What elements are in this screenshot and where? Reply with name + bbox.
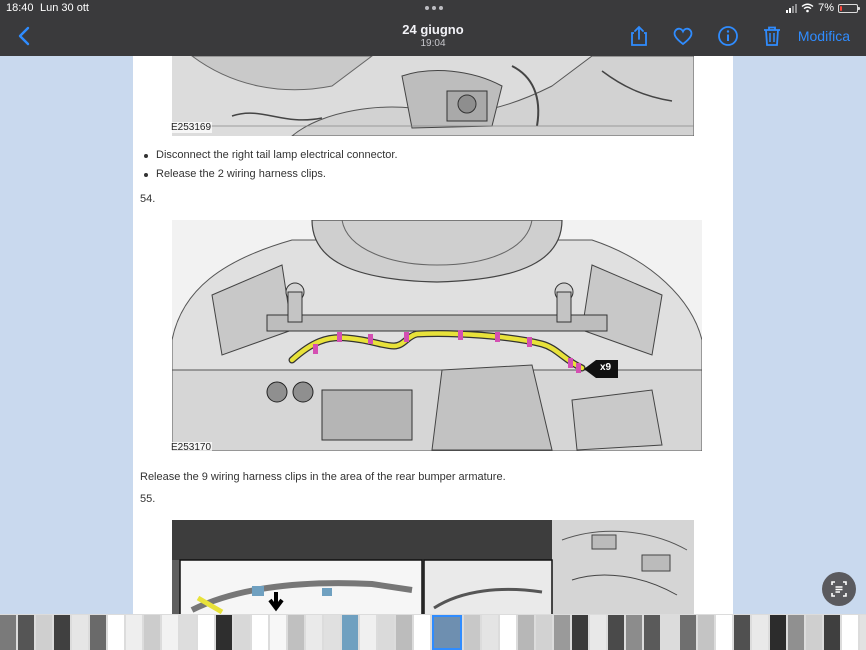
thumbnail[interactable]: [108, 615, 124, 650]
figure-e253169-drawing: [172, 56, 694, 136]
thumbnail-strip[interactable]: [0, 614, 866, 650]
figure-callout: x9: [600, 362, 612, 373]
battery-icon: [838, 3, 860, 13]
figure-code: E253170: [170, 442, 213, 453]
thumbnail[interactable]: [36, 615, 52, 650]
thumbnail[interactable]: [234, 615, 250, 650]
instruction-list: Disconnect the right tail lamp electrica…: [141, 149, 398, 187]
share-icon[interactable]: [627, 24, 651, 48]
thumbnail[interactable]: [536, 615, 552, 650]
thumbnail[interactable]: [360, 615, 376, 650]
thumbnail[interactable]: [824, 615, 840, 650]
thumbnail[interactable]: [752, 615, 768, 650]
thumbnail[interactable]: [288, 615, 304, 650]
thumbnail[interactable]: [396, 615, 412, 650]
thumbnail[interactable]: [324, 615, 340, 650]
thumbnail[interactable]: [590, 615, 606, 650]
thumbnail[interactable]: [770, 615, 786, 650]
info-icon[interactable]: [716, 24, 740, 48]
thumbnail[interactable]: [144, 615, 160, 650]
thumbnail[interactable]: [662, 615, 678, 650]
thumbnail[interactable]: [860, 615, 866, 650]
thumbnail[interactable]: [432, 615, 462, 650]
thumbnail[interactable]: [572, 615, 588, 650]
wifi-icon: [801, 3, 814, 13]
thumbnail[interactable]: [342, 615, 358, 650]
thumbnail[interactable]: [680, 615, 696, 650]
list-item: Disconnect the right tail lamp electrica…: [141, 149, 398, 168]
figure-step55-drawing: [172, 520, 694, 616]
figure-code: E253169: [170, 122, 213, 133]
status-indicators: 7%: [786, 2, 860, 14]
thumbnail[interactable]: [464, 615, 480, 650]
status-date: Lun 30 ott: [40, 2, 89, 14]
thumbnail[interactable]: [842, 615, 858, 650]
edit-button[interactable]: Modifica: [798, 28, 850, 44]
navigation-bar: 24 giugno 19:04 Modifica: [0, 16, 866, 56]
thumbnail[interactable]: [306, 615, 322, 650]
thumbnail[interactable]: [180, 615, 196, 650]
thumbnail[interactable]: [126, 615, 142, 650]
thumbnail[interactable]: [482, 615, 498, 650]
battery-percentage: 7%: [818, 2, 834, 14]
thumbnail[interactable]: [270, 615, 286, 650]
thumbnail[interactable]: [734, 615, 750, 650]
thumbnail[interactable]: [54, 615, 70, 650]
thumbnail[interactable]: [788, 615, 804, 650]
thumbnail[interactable]: [90, 615, 106, 650]
thumbnail[interactable]: [72, 615, 88, 650]
figure-e253170: x9: [172, 220, 702, 451]
thumbnail[interactable]: [198, 615, 214, 650]
thumbnail[interactable]: [500, 615, 516, 650]
thumbnail[interactable]: [716, 615, 732, 650]
thumbnail[interactable]: [162, 615, 178, 650]
text-scan-icon: [831, 581, 847, 597]
cellular-signal-icon: [786, 3, 798, 13]
live-text-button[interactable]: [822, 572, 856, 606]
step-number: 55.: [140, 493, 156, 505]
heart-icon[interactable]: [671, 24, 695, 48]
thumbnail[interactable]: [626, 615, 642, 650]
status-time: 18:40: [6, 2, 34, 14]
thumbnail[interactable]: [18, 615, 34, 650]
trash-icon[interactable]: [760, 24, 784, 48]
thumbnail[interactable]: [518, 615, 534, 650]
thumbnail[interactable]: [554, 615, 570, 650]
figure-step55: [172, 520, 694, 616]
thumbnail[interactable]: [698, 615, 714, 650]
document-page: E253169 Disconnect the right tail lamp e…: [133, 56, 733, 616]
multitasking-dots-icon[interactable]: [424, 3, 444, 13]
thumbnail[interactable]: [252, 615, 268, 650]
thumbnail[interactable]: [0, 615, 16, 650]
thumbnail[interactable]: [414, 615, 430, 650]
list-item: Release the 2 wiring harness clips.: [141, 168, 398, 187]
status-bar: 18:40 Lun 30 ott 7%: [0, 0, 866, 16]
thumbnail[interactable]: [644, 615, 660, 650]
instruction-text: Release the 9 wiring harness clips in th…: [140, 471, 506, 483]
step-number: 54.: [140, 193, 156, 205]
thumbnail[interactable]: [806, 615, 822, 650]
figure-e253169: [172, 56, 694, 136]
thumbnail[interactable]: [378, 615, 394, 650]
figure-e253170-drawing: [172, 220, 702, 451]
thumbnail[interactable]: [216, 615, 232, 650]
thumbnail[interactable]: [608, 615, 624, 650]
